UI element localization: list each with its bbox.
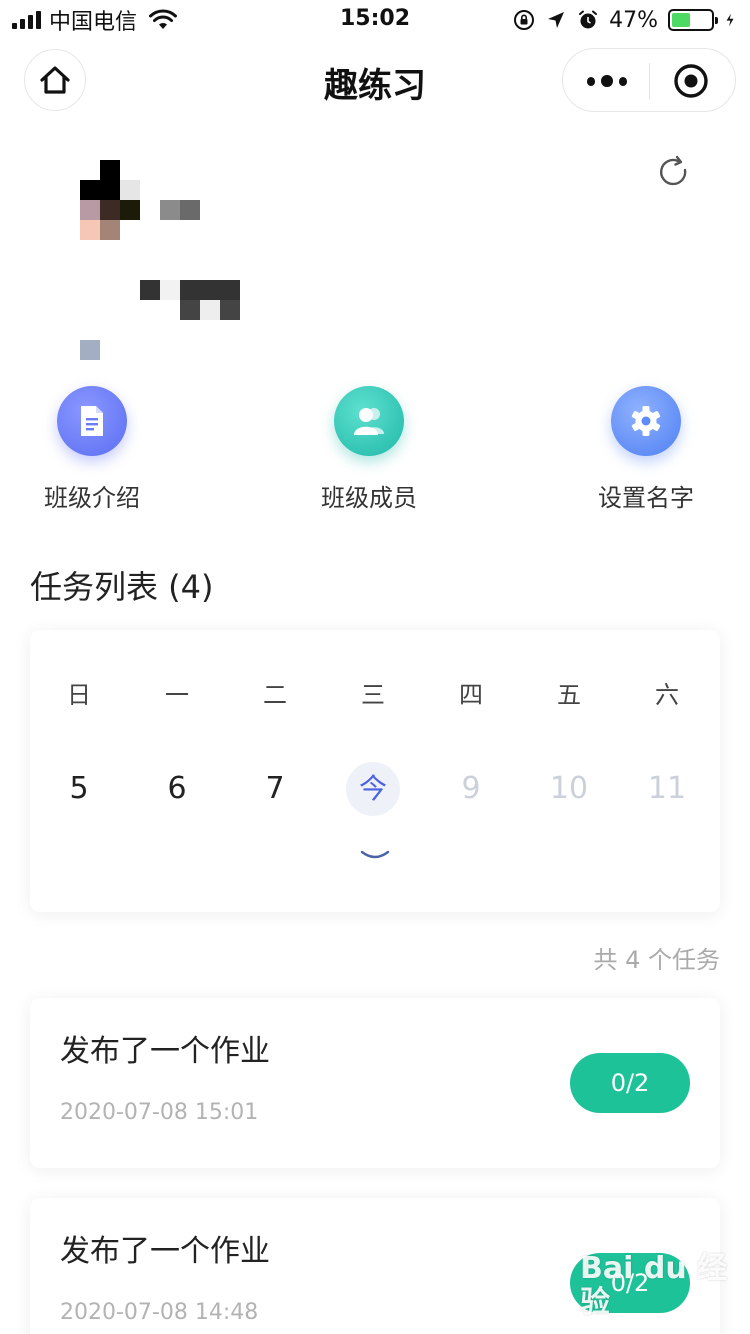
task-title: 发布了一个作业 — [60, 1234, 270, 1269]
charging-icon — [726, 13, 734, 27]
weekday-wed: 三 — [361, 681, 385, 709]
more-button[interactable] — [587, 71, 628, 91]
today-label: 今 — [358, 772, 387, 805]
more-dots-icon — [587, 76, 596, 86]
orientation-lock-icon — [514, 10, 535, 30]
members-icon — [334, 386, 404, 456]
task-count: 共 4 个任务 — [593, 946, 720, 974]
set-name-button[interactable]: 设置名字 — [566, 386, 726, 513]
week-calendar: 日 一 二 三 四 五 六 5 6 7 今 9 10 11 — [30, 630, 720, 912]
weekday-thu: 四 — [459, 681, 483, 709]
task-card[interactable]: 发布了一个作业 2020-07-08 15:01 0/2 — [30, 998, 720, 1168]
weekday-sat: 六 — [655, 681, 679, 709]
class-header — [0, 120, 750, 370]
weekday-row: 日 一 二 三 四 五 六 — [30, 665, 720, 725]
weekday-fri: 五 — [557, 681, 581, 709]
task-list-title: 任务列表 (4) — [30, 568, 214, 606]
watermark-brand: Bai du 经验 — [580, 1251, 728, 1320]
baidu-jingyan-watermark: Bai du 经验 jingyan.baidu.com — [580, 1251, 740, 1334]
capsule-divider — [649, 63, 650, 99]
weekday-sun: 日 — [67, 681, 91, 709]
status-bar: 中国电信 15:02 47% — [0, 0, 750, 40]
weekday-mon: 一 — [165, 681, 189, 709]
status-right: 47% — [513, 6, 738, 34]
calendar-day[interactable]: 9 — [422, 759, 520, 819]
task-time: 2020-07-08 14:48 — [60, 1300, 259, 1325]
battery-percent: 47% — [609, 7, 658, 33]
set-name-label: 设置名字 — [598, 484, 694, 512]
watermark-url: jingyan.baidu.com — [580, 1320, 710, 1334]
class-intro-label: 班级介绍 — [44, 484, 140, 512]
navigation-bar: 趣练习 — [0, 40, 750, 120]
document-icon — [57, 386, 127, 456]
calendar-day[interactable]: 10 — [520, 759, 618, 819]
calendar-day[interactable]: 6 — [128, 759, 226, 819]
task-title: 发布了一个作业 — [60, 1034, 270, 1069]
refresh-icon[interactable] — [656, 154, 692, 190]
calendar-day-today[interactable]: 今 — [346, 762, 400, 816]
calendar-day[interactable]: 11 — [618, 759, 716, 819]
mini-program-capsule — [562, 48, 736, 112]
class-members-label: 班级成员 — [321, 484, 417, 512]
task-progress-badge[interactable]: 0/2 — [570, 1053, 690, 1113]
calendar-day[interactable]: 7 — [226, 759, 324, 819]
calendar-day[interactable]: 5 — [30, 759, 128, 819]
gear-icon — [611, 386, 681, 456]
location-icon — [548, 12, 565, 28]
quick-actions: 班级介绍 班级成员 设置名字 — [0, 386, 750, 526]
alarm-icon — [579, 10, 598, 29]
battery-icon — [668, 9, 718, 31]
task-time: 2020-07-08 15:01 — [60, 1100, 259, 1125]
weekday-tue: 二 — [263, 681, 287, 709]
day-row: 5 6 7 今 9 10 11 — [30, 759, 720, 819]
class-intro-button[interactable]: 班级介绍 — [12, 386, 172, 513]
close-button[interactable] — [673, 63, 709, 99]
battery-fill — [672, 13, 690, 27]
chevron-down-icon[interactable] — [360, 848, 390, 864]
class-members-button[interactable]: 班级成员 — [289, 386, 449, 513]
